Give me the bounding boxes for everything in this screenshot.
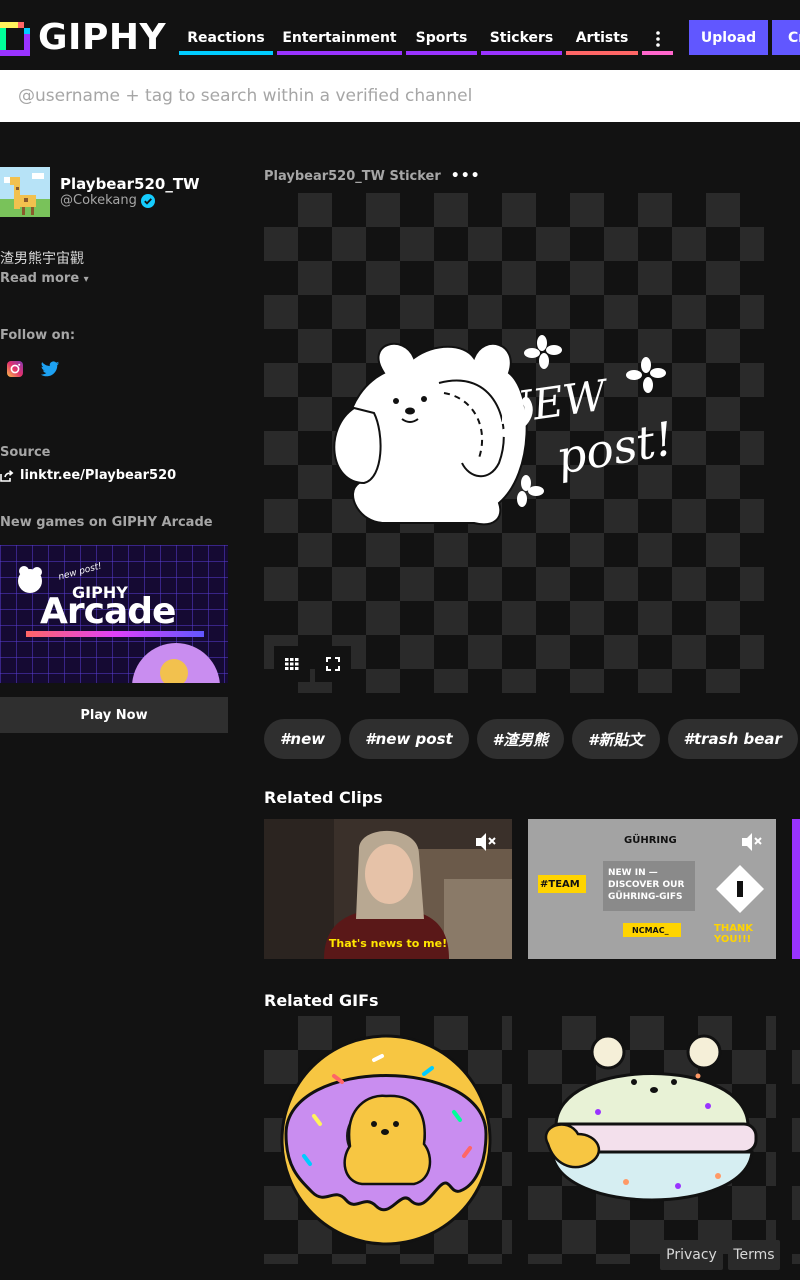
terms-link[interactable]: Terms — [728, 1240, 780, 1270]
main-sticker[interactable]: NEW post! — [264, 193, 764, 693]
nav-artists-label: Artists — [575, 30, 629, 46]
vertical-dots-icon — [655, 31, 660, 47]
top-bar: GIPHY Reactions Entertainment Sports Sti… — [0, 0, 800, 70]
search-bar — [0, 70, 800, 122]
nav-entertainment[interactable]: Entertainment — [277, 20, 402, 55]
source-link-text: linktr.ee/Playbear520 — [20, 468, 177, 483]
nav-more-button[interactable] — [642, 20, 673, 55]
nav-underline — [566, 51, 638, 55]
arcade-label: New games on GIPHY Arcade — [0, 515, 213, 530]
search-input[interactable] — [0, 70, 796, 122]
nav-underline — [642, 51, 673, 55]
clip-ncmac-label: NCMAC_ — [632, 926, 669, 935]
instagram-icon[interactable] — [5, 359, 25, 379]
read-more-link[interactable]: Read more ▾ — [0, 271, 89, 286]
upload-button[interactable]: Upload — [689, 20, 768, 55]
related-clip-card[interactable]: GÜHRING NEW IN — DISCOVER OUR GÜHRING-GI… — [528, 819, 776, 959]
nav-stickers-label: Stickers — [489, 30, 554, 46]
nav-underline — [406, 51, 477, 55]
grid-icon — [285, 658, 299, 670]
bear-sticker-illustration — [333, 335, 666, 526]
nav-entertainment-label: Entertainment — [282, 30, 397, 46]
tag-list: #new #new post #渣男熊 #新貼文 #trash bear — [264, 719, 798, 759]
related-gif-card[interactable] — [528, 1016, 776, 1264]
related-clips-title: Related Clips — [264, 788, 383, 807]
nav-underline — [481, 51, 562, 55]
giphy-logo-text: GIPHY — [38, 17, 167, 58]
source-link[interactable]: linktr.ee/Playbear520 — [0, 468, 176, 483]
clip-brand-logo: GÜHRING — [624, 835, 677, 846]
related-clip-card[interactable]: That's news to me! — [264, 819, 512, 959]
external-link-icon — [0, 469, 14, 482]
tag-pill[interactable]: #new post — [349, 719, 469, 759]
related-clip-card-partial[interactable] — [792, 819, 800, 959]
giphy-logo-mark-icon — [0, 20, 30, 56]
main-nav: Reactions Entertainment Sports Stickers … — [179, 20, 673, 55]
channel-bio: 渣男熊宇宙觀 — [0, 251, 84, 267]
arcade-banner-main: Arcade — [40, 591, 176, 632]
tag-pill[interactable]: #渣男熊 — [476, 719, 565, 759]
tag-pill[interactable]: #trash bear — [667, 719, 798, 759]
nav-sports-label: Sports — [415, 30, 468, 46]
more-options-icon[interactable]: ••• — [451, 168, 481, 184]
chevron-down-icon: ▾ — [83, 274, 89, 285]
nav-underline — [179, 51, 273, 55]
fullscreen-button[interactable] — [315, 646, 351, 682]
play-now-button[interactable]: Play Now — [0, 697, 228, 733]
clip-caption: That's news to me! — [328, 937, 448, 950]
read-more-label: Read more — [0, 271, 80, 286]
sticker-title: Playbear520_TW Sticker ••• — [264, 168, 481, 184]
nav-stickers[interactable]: Stickers — [481, 20, 562, 55]
clip-headline: NEW IN — DISCOVER OUR GÜHRING-GIFS — [608, 868, 685, 902]
nav-sports[interactable]: Sports — [406, 20, 477, 55]
create-button[interactable]: Create — [772, 20, 800, 55]
nav-underline — [277, 51, 402, 55]
arcade-banner[interactable]: new post! GIPHY Arcade — [0, 545, 228, 683]
related-gif-card-partial[interactable] — [792, 1016, 800, 1264]
donut-bear-gif — [280, 1034, 492, 1246]
channel-username[interactable]: @Cokekang — [60, 193, 155, 208]
source-label: Source — [0, 445, 51, 460]
channel-name[interactable]: Playbear520_TW — [60, 175, 200, 193]
fullscreen-icon — [326, 657, 340, 671]
tag-pill[interactable]: #new — [264, 719, 342, 759]
mute-icon[interactable] — [740, 831, 764, 857]
macaron-bear-gif — [544, 1034, 758, 1202]
giraffe-avatar-icon — [0, 167, 50, 217]
clip-thanks-label: THANK YOU!!! — [714, 923, 754, 945]
twitter-icon[interactable] — [40, 359, 60, 379]
sticker-title-text: Playbear520_TW Sticker — [264, 168, 441, 184]
related-gifs-title: Related GIFs — [264, 991, 379, 1010]
follow-label: Follow on: — [0, 328, 76, 343]
mute-icon[interactable] — [474, 831, 498, 857]
tag-pill[interactable]: #新貼文 — [572, 719, 660, 759]
avatar[interactable] — [0, 167, 50, 217]
grid-view-button[interactable] — [274, 646, 310, 682]
giphy-logo[interactable]: GIPHY — [0, 20, 166, 56]
clip-team-label: #TEAM — [540, 879, 580, 890]
nav-artists[interactable]: Artists — [566, 20, 638, 55]
related-gif-card[interactable] — [264, 1016, 512, 1264]
channel-username-text: @Cokekang — [60, 193, 137, 208]
nav-reactions[interactable]: Reactions — [179, 20, 273, 55]
nav-reactions-label: Reactions — [187, 30, 265, 46]
verified-badge-icon — [140, 193, 155, 208]
privacy-link[interactable]: Privacy — [660, 1240, 723, 1270]
